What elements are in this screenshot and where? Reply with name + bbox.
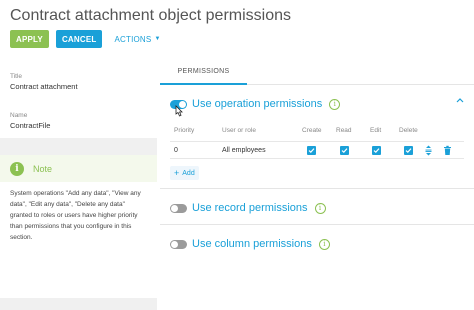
column-header-user: User or role — [222, 127, 256, 134]
left-panel: Title Contract attachment Name ContractF… — [0, 60, 157, 310]
divider — [160, 224, 474, 225]
actions-button[interactable]: ACTIONS ▼ — [108, 30, 166, 48]
right-panel: PERMISSIONS Use operation permissions i … — [160, 60, 474, 310]
column-permissions-title[interactable]: Use column permissions — [192, 238, 312, 250]
info-icon[interactable]: i — [318, 238, 330, 250]
name-field[interactable]: Name ContractFile — [0, 99, 157, 138]
delete-checkbox[interactable] — [404, 146, 413, 155]
column-header-read: Read — [336, 127, 352, 134]
edit-checkbox[interactable] — [372, 146, 381, 155]
divider — [160, 188, 474, 189]
info-icon: i — [10, 161, 24, 176]
record-permissions-header: Use record permissions i — [170, 200, 326, 216]
apply-button[interactable]: APPLY — [10, 30, 49, 48]
column-header-delete: Delete — [399, 127, 418, 134]
record-permissions-title[interactable]: Use record permissions — [192, 202, 308, 214]
reorder-icon[interactable] — [424, 145, 433, 156]
note-text: System operations "Add any data", "View … — [10, 190, 141, 241]
name-field-value: ContractFile — [10, 121, 51, 130]
add-button[interactable]: + Add — [170, 166, 199, 180]
info-icon[interactable]: i — [329, 98, 341, 110]
table-header: Priority User or role Create Read Edit D… — [170, 123, 464, 137]
title-field-value: Contract attachment — [10, 82, 78, 91]
chevron-down-icon: ▼ — [154, 36, 161, 42]
create-checkbox[interactable] — [307, 146, 316, 155]
note-panel: i Note System operations "Add any data",… — [0, 155, 157, 298]
column-header-create: Create — [302, 127, 322, 134]
read-checkbox[interactable] — [340, 146, 349, 155]
note-header: i Note — [0, 155, 157, 182]
column-header-edit: Edit — [370, 127, 382, 134]
chevron-up-icon[interactable] — [456, 96, 464, 104]
row-priority: 0 — [174, 147, 178, 154]
plus-icon: + — [174, 168, 180, 178]
page-title: Contract attachment object permissions — [10, 7, 292, 24]
cursor-icon — [175, 105, 183, 117]
operation-permissions-header: Use operation permissions i — [170, 96, 341, 112]
info-icon[interactable]: i — [314, 202, 326, 214]
operation-permissions-title[interactable]: Use operation permissions — [192, 98, 322, 110]
toggle-knob — [171, 204, 178, 212]
trash-icon[interactable] — [443, 145, 452, 156]
column-permissions-header: Use column permissions i — [170, 236, 330, 252]
title-field-label: Title — [10, 73, 23, 80]
table-row[interactable]: 0 All employees — [170, 141, 464, 159]
record-permissions-toggle[interactable] — [170, 203, 187, 213]
add-label: Add — [182, 169, 195, 177]
column-permissions-toggle[interactable] — [170, 239, 187, 249]
note-title: Note — [33, 163, 53, 174]
tab-bar: PERMISSIONS — [160, 60, 474, 85]
toolbar: APPLY CANCEL ACTIONS ▼ — [10, 30, 167, 48]
toggle-knob — [171, 240, 178, 248]
row-user: All employees — [222, 147, 266, 154]
cancel-button[interactable]: CANCEL — [55, 30, 103, 48]
tab-permissions[interactable]: PERMISSIONS — [160, 60, 247, 85]
permissions-table: Priority User or role Create Read Edit D… — [170, 123, 464, 159]
actions-label: ACTIONS — [114, 34, 152, 44]
column-header-priority: Priority — [174, 127, 195, 134]
name-field-label: Name — [10, 112, 28, 119]
title-field[interactable]: Title Contract attachment — [0, 60, 157, 99]
